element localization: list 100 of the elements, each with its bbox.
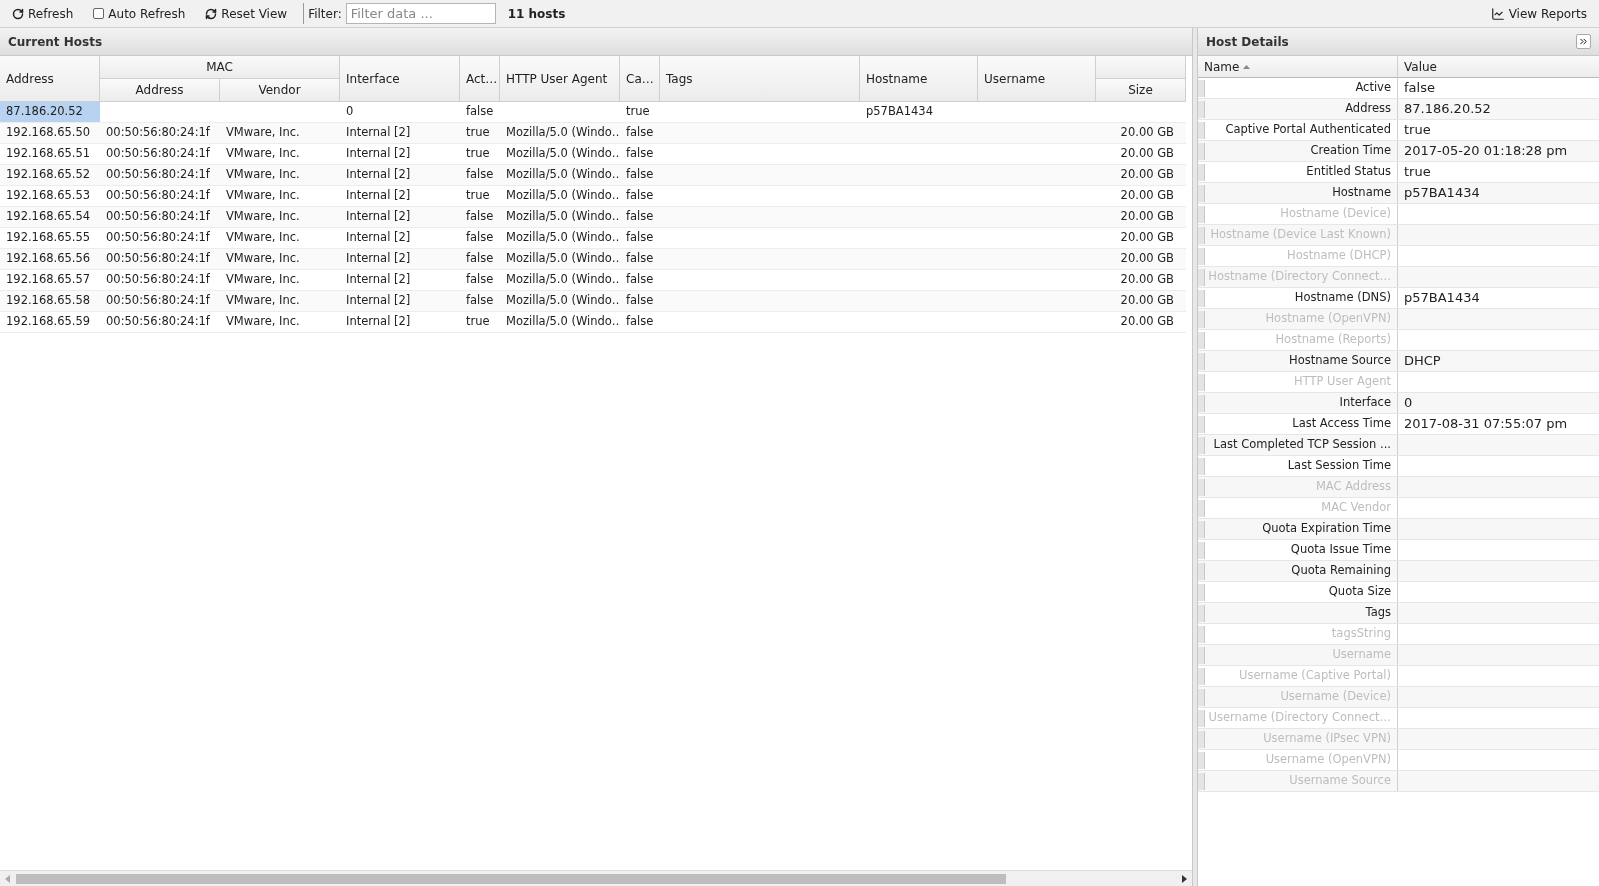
table-cell[interactable]: false bbox=[620, 144, 660, 164]
table-cell[interactable]: 00:50:56:80:24:1f bbox=[100, 291, 220, 311]
table-cell[interactable]: Mozilla/5.0 (Windo… bbox=[500, 207, 620, 227]
table-cell[interactable]: false bbox=[620, 291, 660, 311]
table-cell[interactable]: 00:50:56:80:24:1f bbox=[100, 249, 220, 269]
table-cell[interactable]: Internal [2] bbox=[340, 249, 460, 269]
table-cell[interactable]: VMware, Inc. bbox=[220, 228, 340, 248]
column-header[interactable]: Address bbox=[100, 79, 220, 102]
table-cell[interactable]: Internal [2] bbox=[340, 312, 460, 332]
column-header[interactable]: Interface bbox=[340, 56, 460, 102]
table-cell[interactable]: false bbox=[460, 228, 500, 248]
table-cell[interactable]: Internal [2] bbox=[340, 186, 460, 206]
table-cell[interactable]: VMware, Inc. bbox=[220, 312, 340, 332]
table-cell[interactable]: false bbox=[460, 291, 500, 311]
table-cell[interactable]: 20.00 GB bbox=[1096, 123, 1186, 143]
column-header[interactable]: Size bbox=[1096, 79, 1186, 102]
table-cell[interactable]: 192.168.65.56 bbox=[0, 249, 100, 269]
table-cell[interactable]: 20.00 GB bbox=[1096, 144, 1186, 164]
table-cell[interactable]: 192.168.65.55 bbox=[0, 228, 100, 248]
table-cell[interactable]: VMware, Inc. bbox=[220, 270, 340, 290]
table-cell[interactable]: VMware, Inc. bbox=[220, 165, 340, 185]
table-cell[interactable]: false bbox=[620, 312, 660, 332]
table-cell[interactable]: false bbox=[620, 207, 660, 227]
horizontal-scrollbar[interactable] bbox=[0, 870, 1192, 886]
table-cell[interactable]: false bbox=[620, 228, 660, 248]
column-header[interactable]: HTTP User Agent bbox=[500, 56, 620, 102]
table-cell[interactable]: 00:50:56:80:24:1f bbox=[100, 312, 220, 332]
table-cell[interactable]: Mozilla/5.0 (Windo… bbox=[500, 249, 620, 269]
reset-view-button[interactable]: Reset View bbox=[201, 4, 292, 23]
table-cell[interactable]: VMware, Inc. bbox=[220, 249, 340, 269]
table-cell[interactable]: 20.00 GB bbox=[1096, 291, 1186, 311]
table-cell[interactable]: 192.168.65.50 bbox=[0, 123, 100, 143]
table-cell[interactable]: 20.00 GB bbox=[1096, 312, 1186, 332]
table-cell[interactable]: 192.168.65.58 bbox=[0, 291, 100, 311]
table-cell[interactable]: 00:50:56:80:24:1f bbox=[100, 228, 220, 248]
table-cell[interactable]: true bbox=[620, 102, 660, 122]
table-cell[interactable]: 87.186.20.52 bbox=[0, 102, 100, 122]
table-cell[interactable]: false bbox=[460, 249, 500, 269]
table-cell[interactable]: Mozilla/5.0 (Windo… bbox=[500, 144, 620, 164]
table-cell[interactable]: 00:50:56:80:24:1f bbox=[100, 123, 220, 143]
view-reports-button[interactable]: View Reports bbox=[1486, 4, 1591, 23]
table-cell[interactable]: Mozilla/5.0 (Windo… bbox=[500, 123, 620, 143]
table-cell[interactable]: 00:50:56:80:24:1f bbox=[100, 207, 220, 227]
column-header[interactable]: Value bbox=[1398, 56, 1599, 77]
refresh-button[interactable]: Refresh bbox=[8, 4, 78, 23]
table-cell[interactable]: Mozilla/5.0 (Windo… bbox=[500, 165, 620, 185]
table-cell[interactable]: 192.168.65.57 bbox=[0, 270, 100, 290]
table-cell[interactable]: Mozilla/5.0 (Windo… bbox=[500, 228, 620, 248]
table-cell[interactable]: VMware, Inc. bbox=[220, 123, 340, 143]
table-cell[interactable]: Internal [2] bbox=[340, 144, 460, 164]
table-cell[interactable]: 192.168.65.51 bbox=[0, 144, 100, 164]
table-cell[interactable]: Internal [2] bbox=[340, 228, 460, 248]
table-cell[interactable]: Mozilla/5.0 (Windo… bbox=[500, 186, 620, 206]
table-cell[interactable]: 00:50:56:80:24:1f bbox=[100, 186, 220, 206]
table-cell[interactable]: VMware, Inc. bbox=[220, 291, 340, 311]
column-header[interactable]: Ca… bbox=[620, 56, 660, 102]
table-cell[interactable]: 20.00 GB bbox=[1096, 186, 1186, 206]
table-cell[interactable]: Internal [2] bbox=[340, 165, 460, 185]
column-header[interactable]: Act… bbox=[460, 56, 500, 102]
table-cell[interactable]: false bbox=[620, 249, 660, 269]
scroll-right-icon[interactable] bbox=[1180, 874, 1188, 883]
table-cell[interactable]: true bbox=[460, 144, 500, 164]
table-cell[interactable]: Internal [2] bbox=[340, 291, 460, 311]
column-header[interactable]: Address bbox=[0, 56, 100, 102]
table-cell[interactable]: 00:50:56:80:24:1f bbox=[100, 144, 220, 164]
table-cell[interactable]: false bbox=[460, 165, 500, 185]
table-cell[interactable]: 20.00 GB bbox=[1096, 249, 1186, 269]
table-cell[interactable]: 192.168.65.53 bbox=[0, 186, 100, 206]
table-cell[interactable]: false bbox=[620, 165, 660, 185]
table-cell[interactable]: 20.00 GB bbox=[1096, 165, 1186, 185]
table-cell[interactable]: 0 bbox=[340, 102, 460, 122]
auto-refresh-checkbox[interactable]: Auto Refresh bbox=[89, 4, 190, 23]
scrollbar-thumb[interactable] bbox=[16, 873, 1006, 884]
table-cell[interactable]: 00:50:56:80:24:1f bbox=[100, 165, 220, 185]
table-cell[interactable]: VMware, Inc. bbox=[220, 144, 340, 164]
table-cell[interactable]: false bbox=[460, 207, 500, 227]
table-cell[interactable]: VMware, Inc. bbox=[220, 186, 340, 206]
table-cell[interactable]: false bbox=[460, 270, 500, 290]
table-cell[interactable]: Internal [2] bbox=[340, 207, 460, 227]
table-cell[interactable]: Mozilla/5.0 (Windo… bbox=[500, 270, 620, 290]
table-cell[interactable]: true bbox=[460, 123, 500, 143]
column-header[interactable]: Name bbox=[1198, 56, 1398, 77]
column-header[interactable]: Username bbox=[978, 56, 1096, 102]
table-cell[interactable]: true bbox=[460, 312, 500, 332]
table-cell[interactable]: 20.00 GB bbox=[1096, 207, 1186, 227]
table-cell[interactable]: true bbox=[460, 186, 500, 206]
table-cell[interactable]: 20.00 GB bbox=[1096, 270, 1186, 290]
table-cell[interactable]: Mozilla/5.0 (Windo… bbox=[500, 312, 620, 332]
table-cell[interactable]: 00:50:56:80:24:1f bbox=[100, 270, 220, 290]
table-cell[interactable]: 192.168.65.54 bbox=[0, 207, 100, 227]
table-cell[interactable]: Internal [2] bbox=[340, 123, 460, 143]
column-header[interactable]: Tags bbox=[660, 56, 860, 102]
table-cell[interactable]: false bbox=[620, 186, 660, 206]
table-cell[interactable]: Mozilla/5.0 (Windo… bbox=[500, 291, 620, 311]
table-cell[interactable]: p57BA1434 bbox=[860, 102, 978, 122]
scroll-left-icon[interactable] bbox=[4, 874, 12, 883]
table-cell[interactable]: 20.00 GB bbox=[1096, 228, 1186, 248]
table-cell[interactable]: VMware, Inc. bbox=[220, 207, 340, 227]
table-cell[interactable]: false bbox=[620, 270, 660, 290]
table-cell[interactable]: false bbox=[460, 102, 500, 122]
